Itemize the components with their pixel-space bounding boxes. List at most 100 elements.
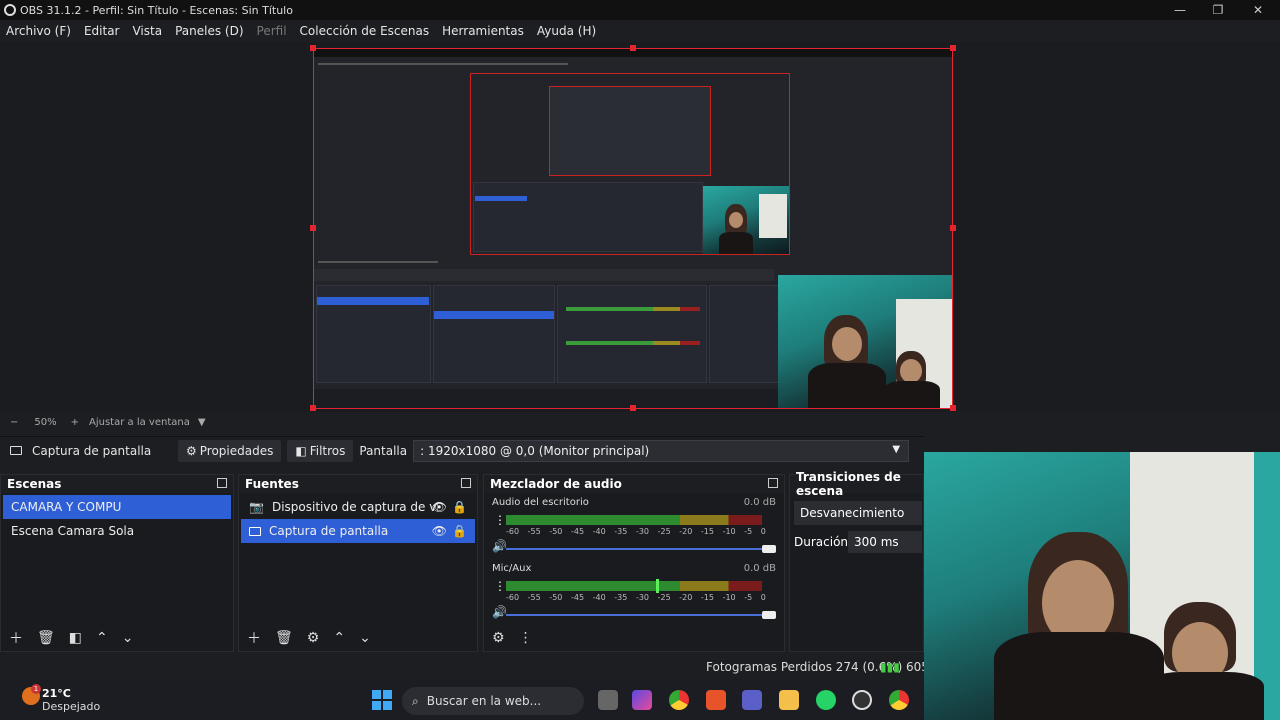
windows-start-icon[interactable] xyxy=(372,690,392,710)
file-explorer-icon[interactable] xyxy=(779,690,799,710)
move-down-icon[interactable]: ⌄ xyxy=(122,630,134,646)
resize-handle-l[interactable] xyxy=(310,225,316,231)
trash-icon[interactable]: 🗑 xyxy=(275,630,293,646)
undock-icon[interactable] xyxy=(768,478,778,488)
menu-coleccion-escenas[interactable]: Colección de Escenas xyxy=(300,24,430,38)
resize-handle-br[interactable] xyxy=(950,405,956,411)
menu-vista[interactable]: Vista xyxy=(132,24,162,38)
obs-taskbar-icon[interactable] xyxy=(852,690,872,710)
sources-title: Fuentes xyxy=(239,475,477,493)
resize-handle-bl[interactable] xyxy=(310,405,316,411)
webcam-overlay xyxy=(924,452,1280,720)
lock-icon[interactable]: 🔒 xyxy=(452,524,467,538)
gear-icon[interactable]: ⚙ xyxy=(307,630,320,646)
eye-icon[interactable]: 👁 xyxy=(432,500,447,514)
move-up-icon[interactable]: ⌃ xyxy=(333,630,345,646)
chrome-icon[interactable] xyxy=(889,690,909,710)
resize-handle-tr[interactable] xyxy=(950,45,956,51)
channel-desktop-name: Audio del escritorio xyxy=(492,497,589,508)
nested-webcam xyxy=(703,186,789,254)
volume-slider-mic[interactable] xyxy=(506,614,768,616)
kebab-menu-icon[interactable]: ⋮ xyxy=(519,630,533,646)
menu-archivo[interactable]: Archivo (F) xyxy=(6,24,71,38)
source-name: Captura de pantalla xyxy=(10,444,178,458)
nested-sources xyxy=(433,285,555,383)
menu-perfil[interactable]: Perfil xyxy=(257,24,287,38)
screen-select[interactable]: : 1920x1080 @ 0,0 (Monitor principal) ▼ xyxy=(413,439,910,462)
volume-knob-desktop[interactable] xyxy=(762,545,776,553)
preview-canvas[interactable] xyxy=(313,48,953,409)
nested-sourcebar xyxy=(314,269,774,281)
menu-ayuda[interactable]: Ayuda (H) xyxy=(537,24,596,38)
weather-temp[interactable]: 21°C xyxy=(42,687,71,700)
menu-bar: Archivo (F) Editar Vista Paneles (D) Per… xyxy=(0,20,1280,42)
channel-mic-db: 0.0 dB xyxy=(743,563,776,574)
audio-mixer-dock: Mezclador de audio Audio del escritorio … xyxy=(483,474,785,652)
source-item-screen-capture[interactable]: Captura de pantalla 👁 🔒 xyxy=(241,519,475,543)
volume-slider-desktop[interactable] xyxy=(506,548,768,550)
channel-mic-name: Mic/Aux xyxy=(492,563,532,574)
sources-list: 📷 Dispositivo de captura de vídeo 2 👁 🔒 … xyxy=(239,493,477,545)
zoom-fit-select[interactable]: Ajustar a la ventana xyxy=(89,417,190,428)
move-down-icon[interactable]: ⌄ xyxy=(359,630,371,646)
nested-zoombar xyxy=(318,261,438,263)
scene-item-camara-y-compu[interactable]: CAMARA Y COMPU xyxy=(3,495,231,519)
kebab-menu-icon[interactable]: ⋮ xyxy=(494,513,506,527)
properties-button[interactable]: ⚙ Propiedades xyxy=(178,439,282,462)
chevron-down-icon[interactable]: ▼ xyxy=(198,417,206,428)
nested-transitions xyxy=(709,285,779,383)
minimize-button[interactable]: — xyxy=(1172,2,1188,18)
transitions-title: Transiciones de escena xyxy=(790,470,923,498)
transition-select[interactable]: Desvanecimiento xyxy=(794,501,922,525)
maximize-button[interactable]: ❐ xyxy=(1210,2,1226,18)
close-button[interactable]: ✕ xyxy=(1250,2,1266,18)
kebab-menu-icon[interactable]: ⋮ xyxy=(494,579,506,593)
teams-icon[interactable] xyxy=(742,690,762,710)
monitor-icon xyxy=(10,446,22,455)
add-source-icon[interactable]: ＋ xyxy=(247,628,261,648)
status-bar: Fotogramas Perdidos 274 (0.6%) ▮▮▮ 605 xyxy=(0,656,929,678)
scenes-title: Escenas xyxy=(1,475,233,493)
channel-desktop-db: 0.0 dB xyxy=(743,497,776,508)
source-item-video-capture[interactable]: 📷 Dispositivo de captura de vídeo 2 👁 🔒 xyxy=(241,495,475,519)
task-view-icon[interactable] xyxy=(598,690,618,710)
speaker-icon[interactable]: 🔊 xyxy=(492,539,507,553)
menu-herramientas[interactable]: Herramientas xyxy=(442,24,524,38)
monitor-icon xyxy=(249,526,261,536)
nested-scene-selected xyxy=(317,297,429,305)
copilot-icon[interactable] xyxy=(632,690,652,710)
trash-icon[interactable]: 🗑 xyxy=(37,630,55,646)
menu-paneles[interactable]: Paneles (D) xyxy=(175,24,243,38)
advanced-audio-icon[interactable]: ⚙ xyxy=(492,630,505,646)
chrome-icon[interactable] xyxy=(669,690,689,710)
nested-mixer xyxy=(557,285,707,383)
move-up-icon[interactable]: ⌃ xyxy=(96,630,108,646)
add-scene-icon[interactable]: ＋ xyxy=(9,628,23,648)
menu-editar[interactable]: Editar xyxy=(84,24,120,38)
filters-button[interactable]: ◧ Filtros xyxy=(287,439,354,462)
app-orange-icon[interactable] xyxy=(706,690,726,710)
speaker-icon[interactable]: 🔊 xyxy=(492,605,507,619)
resize-handle-r[interactable] xyxy=(950,225,956,231)
nested-meter-1 xyxy=(566,307,700,311)
resize-handle-b[interactable] xyxy=(630,405,636,411)
scenes-footer: ＋ 🗑 ◧ ⌃ ⌄ xyxy=(1,625,233,651)
scenes-dock: Escenas CAMARA Y COMPU Escena Camara Sol… xyxy=(0,474,234,652)
scene-item-camara-sola[interactable]: Escena Camara Sola xyxy=(3,519,231,543)
zoom-in-button[interactable]: + xyxy=(71,417,79,428)
lock-icon[interactable]: 🔒 xyxy=(452,500,467,514)
resize-handle-tl[interactable] xyxy=(310,45,316,51)
whatsapp-icon[interactable] xyxy=(816,690,836,710)
eye-icon[interactable]: 👁 xyxy=(432,524,447,538)
undock-icon[interactable] xyxy=(461,478,471,488)
resize-handle-t[interactable] xyxy=(630,45,636,51)
duration-input[interactable]: 300 ms xyxy=(848,531,922,553)
taskbar-search[interactable]: ⌕ Buscar en la web... xyxy=(402,687,584,715)
weather-desc[interactable]: Despejado xyxy=(42,700,100,713)
filter-icon[interactable]: ◧ xyxy=(69,630,82,646)
weather-badge: 1 xyxy=(31,684,41,694)
meter-mic xyxy=(506,581,762,591)
zoom-out-button[interactable]: − xyxy=(10,417,18,428)
volume-knob-mic[interactable] xyxy=(762,611,776,619)
undock-icon[interactable] xyxy=(217,478,227,488)
